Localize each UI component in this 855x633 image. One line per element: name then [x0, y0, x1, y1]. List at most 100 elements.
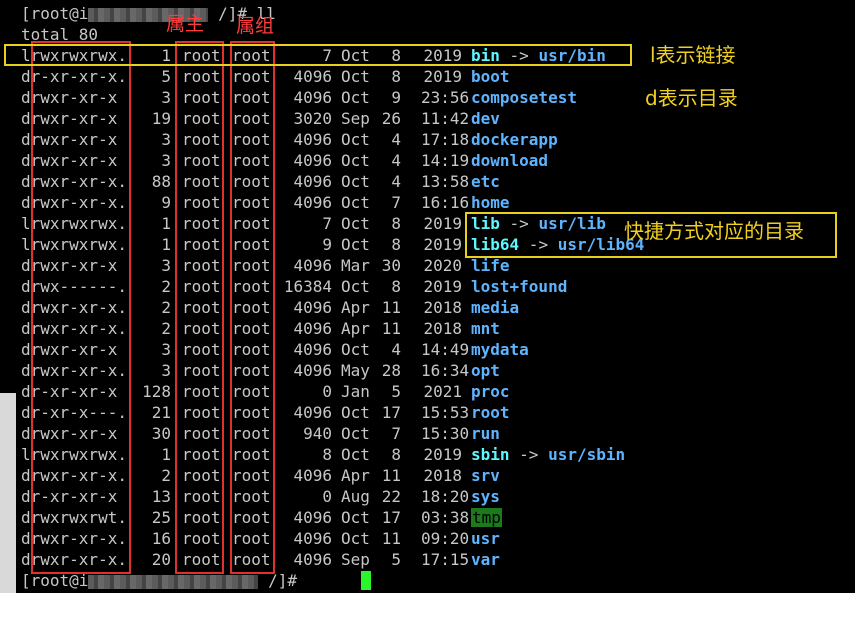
entry-size: 4096 [293, 151, 332, 170]
entry-day: 4 [391, 340, 401, 359]
entry-name: sbin [471, 445, 510, 464]
entry-name: run [471, 424, 500, 443]
entry-day: 8 [391, 277, 401, 296]
entry-name: composetest [471, 88, 577, 107]
entry-name: mydata [471, 340, 529, 359]
entry-day: 8 [391, 67, 401, 86]
entry-day: 17 [381, 403, 401, 422]
entry-size: 4096 [293, 403, 332, 422]
entry-time: 2019 [423, 67, 462, 86]
entry-name: var [471, 550, 500, 569]
dir-note: d表示目录 [645, 86, 738, 110]
entry-name-cell: boot [471, 66, 510, 87]
entry-mon: Oct [341, 151, 370, 170]
entry-time: 18:20 [421, 487, 470, 506]
entry-name: root [471, 403, 510, 422]
entry-mon: Aug [341, 487, 370, 506]
entry-time: 13:58 [421, 172, 470, 191]
entry-mon: Apr [341, 319, 370, 338]
entry-name-cell: sbin -> usr/sbin [471, 444, 625, 465]
entry-size: 4096 [293, 88, 332, 107]
prompt-user: [root@i [21, 4, 89, 23]
entry-day: 5 [391, 382, 401, 401]
entry-day: 22 [381, 487, 401, 506]
entry-day: 7 [391, 424, 401, 443]
entry-mon: Oct [341, 214, 370, 233]
terminal-window[interactable]: [root@i /]# ll total 80 lrwxrwxrwx. 1 root… [0, 0, 855, 593]
entry-time: 14:49 [421, 340, 470, 359]
entry-name-cell: etc [471, 171, 500, 192]
entry-mon: Mar [341, 256, 370, 275]
entry-day: 4 [391, 172, 401, 191]
entry-day: 17 [381, 508, 401, 527]
entry-time: 2018 [423, 298, 462, 317]
entry-name: download [471, 151, 549, 170]
entry-name: dev [471, 109, 500, 128]
entry-size: 4096 [293, 550, 332, 569]
entry-size: 4096 [293, 256, 332, 275]
entry-size: 3020 [293, 109, 332, 128]
entry-name-cell: run [471, 423, 500, 444]
entry-time: 16:34 [421, 361, 470, 380]
entry-day: 8 [391, 445, 401, 464]
entry-name-cell: tmp [471, 507, 502, 528]
redacted-hostname [88, 574, 259, 589]
entry-name-cell: sys [471, 486, 500, 507]
entry-mon: Oct [341, 172, 370, 191]
entry-day: 5 [391, 550, 401, 569]
entry-day: 4 [391, 151, 401, 170]
entry-day: 4 [391, 130, 401, 149]
entry-name-cell: composetest [471, 87, 577, 108]
entry-name-cell: var [471, 549, 500, 570]
entry-name: proc [471, 382, 510, 401]
entry-time: 16:16 [421, 193, 470, 212]
entry-time: 2019 [423, 277, 462, 296]
entry-day: 26 [381, 109, 401, 128]
entry-size: 7 [322, 214, 332, 233]
entry-time: 09:20 [421, 529, 470, 548]
entry-mon: Apr [341, 298, 370, 317]
link-arrow: -> [509, 445, 549, 464]
link-target: usr/sbin [548, 445, 626, 464]
entry-name-cell: media [471, 297, 519, 318]
entry-time: 2021 [423, 382, 462, 401]
entry-time: 2018 [423, 466, 462, 485]
entry-size: 4096 [293, 130, 332, 149]
entry-name-cell: mnt [471, 318, 500, 339]
entry-size: 8 [322, 445, 332, 464]
entry-day: 9 [391, 88, 401, 107]
entry-mon: May [341, 361, 370, 380]
entry-name-cell: opt [471, 360, 500, 381]
group-label: 属组 [236, 15, 275, 37]
scrollbar-gutter [0, 393, 16, 593]
entry-mon: Oct [341, 277, 370, 296]
entry-mon: Oct [341, 235, 370, 254]
entry-size: 9 [322, 235, 332, 254]
entry-day: 11 [381, 466, 401, 485]
prompt-line: [root@i /]# ll [0, 3, 276, 24]
entry-name: sys [471, 487, 500, 506]
entry-size: 4096 [293, 193, 332, 212]
entry-time: 14:19 [421, 151, 470, 170]
entry-day: 8 [391, 235, 401, 254]
entry-size: 4096 [293, 298, 332, 317]
entry-size: 4096 [293, 361, 332, 380]
entry-time: 2019 [423, 214, 462, 233]
entry-name: mnt [471, 319, 500, 338]
shortcut-note: 快捷方式对应的目录 [624, 219, 804, 243]
entry-size: 4096 [293, 340, 332, 359]
entry-mon: Sep [341, 550, 370, 569]
entry-name-cell: dev [471, 108, 500, 129]
entry-name-cell: dockerapp [471, 129, 558, 150]
entry-name: lost+found [471, 277, 568, 296]
entry-time: 2020 [423, 256, 462, 275]
entry-day: 11 [381, 298, 401, 317]
entry-mon: Jan [341, 382, 370, 401]
entry-mon: Oct [341, 88, 370, 107]
entry-time: 03:38 [421, 508, 470, 527]
entry-name-cell: srv [471, 465, 500, 486]
entry-size: 4096 [293, 508, 332, 527]
entry-name: srv [471, 466, 500, 485]
entry-day: 28 [381, 361, 401, 380]
entry-day: 7 [391, 193, 401, 212]
